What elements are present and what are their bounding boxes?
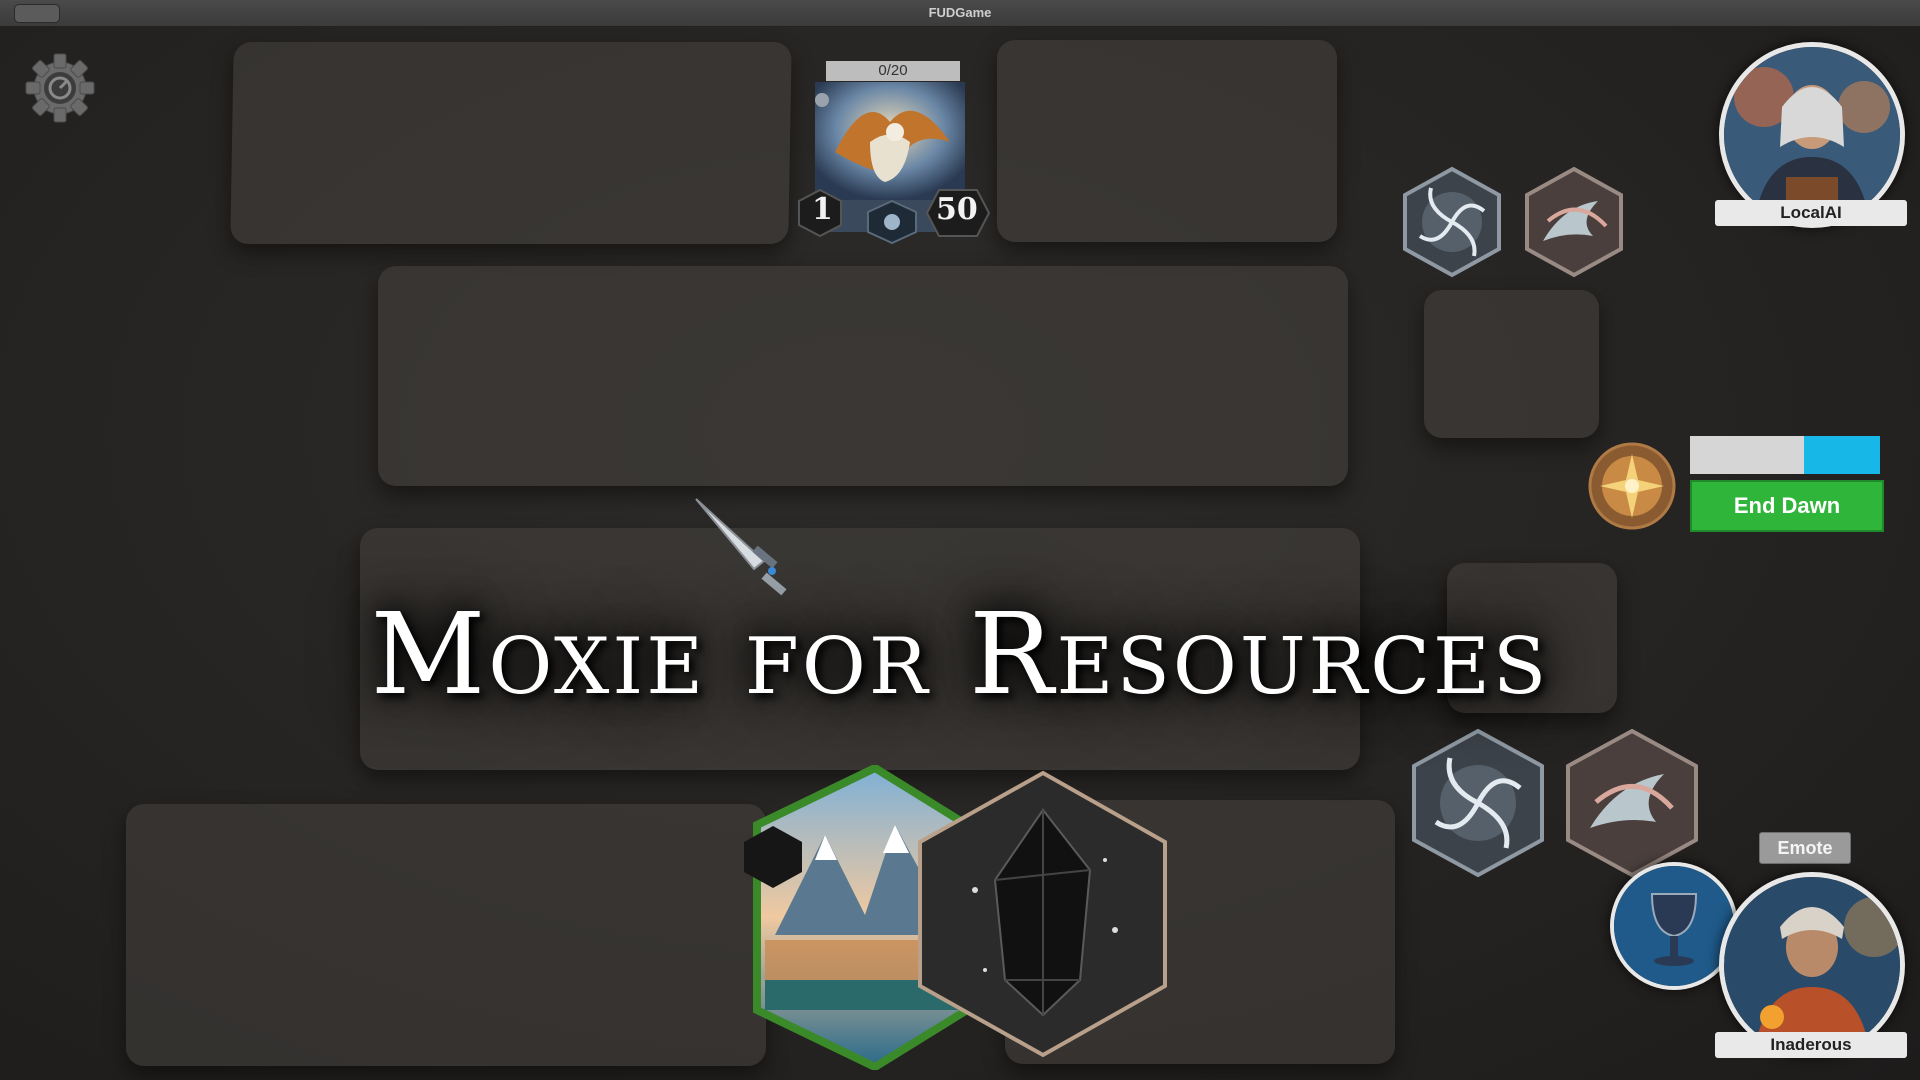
player-zone-left[interactable]: [126, 804, 766, 1066]
opponent-zone-right[interactable]: [997, 40, 1337, 242]
window-titlebar: FUDGame: [0, 0, 1920, 27]
vortex-tile-icon[interactable]: [1396, 166, 1508, 278]
obsidian-crystal-card[interactable]: [915, 770, 1170, 1058]
compass-emblem-icon: [1586, 440, 1678, 532]
gear-icon[interactable]: [22, 50, 98, 126]
card-counter: 0/20: [826, 61, 960, 81]
end-dawn-button[interactable]: End Dawn: [1690, 480, 1884, 532]
vortex-tile-icon[interactable]: [1408, 728, 1548, 878]
phase-banner: Moxie for Resources: [370, 590, 1550, 720]
swirl-tile-icon[interactable]: [1562, 728, 1702, 878]
resource-bar-fill: [1804, 436, 1880, 474]
emote-button[interactable]: Emote: [1759, 832, 1851, 864]
player-avatar[interactable]: [1719, 872, 1905, 1058]
swirl-tile-icon[interactable]: [1518, 166, 1630, 278]
opponent-resource-slot[interactable]: [1424, 290, 1599, 438]
resource-bar-empty: [1690, 436, 1804, 474]
hand-counter-hex-icon: [740, 824, 806, 890]
attack-stat: 1: [812, 192, 833, 227]
shield-hex-icon: [866, 199, 918, 245]
health-stat: 50: [936, 192, 978, 227]
opponent-zone-left[interactable]: [230, 42, 792, 244]
player-name: Inaderous: [1715, 1032, 1907, 1058]
opponent-name: LocalAI: [1715, 200, 1907, 226]
window-title: FUDGame: [928, 5, 992, 20]
opponent-battlefield[interactable]: [378, 266, 1348, 486]
